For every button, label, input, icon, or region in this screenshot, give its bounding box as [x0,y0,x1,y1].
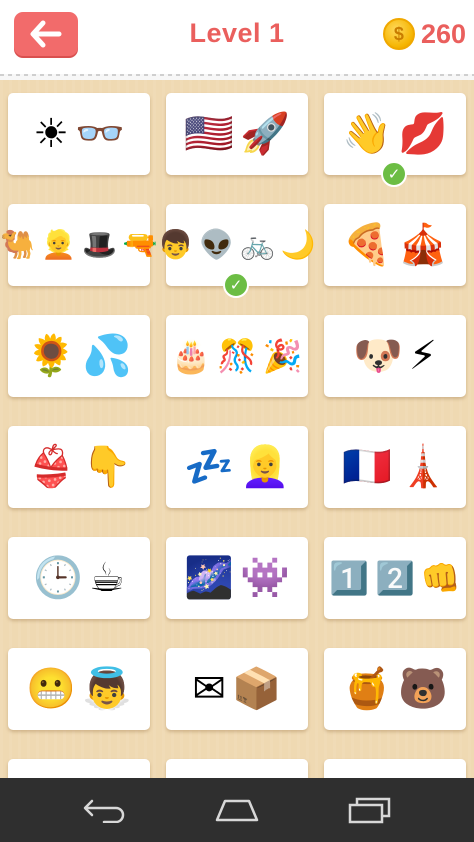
emoji-clue: 🔫 [122,228,158,261]
coin-icon: $ [382,18,415,50]
emoji-clue: 👙 [26,444,76,490]
solved-check-icon: ✓ [381,161,407,187]
top-bar: Level 1 $ 260 [0,0,474,74]
emoji-clue: 🎉 [262,337,303,375]
puzzle-card[interactable]: 🐫 👱 🎩 🔫 [0,204,158,286]
emoji-clue: ⚡ [408,333,437,379]
puzzle-card[interactable]: 🐶 ⚡ [324,315,466,397]
solved-check-icon: ✓ [223,272,249,298]
nav-back-button[interactable] [81,794,129,826]
puzzle-grid: ☀ 👓 🇺🇸 🚀 👋 💋 ✓ 🐫 👱 🎩 🔫 👦 👽 🚲 🌙 ✓ 🍕 🎪 🌻 💦 🎂 🎊 🎉 🐶 ⚡ 👙 👇 💤 👱‍♀ 🇫🇷 🗼 🕒 ☕ 🌌 👾 1… [0,80,474,778]
emoji-clue: 2️⃣ [375,559,415,597]
emoji-clue: 🕒 [33,555,83,601]
emoji-clue: 🎪 [398,222,448,268]
emoji-clue: 💤 [184,444,234,490]
puzzle-card[interactable]: 💤 👱‍♀ [166,426,308,508]
puzzle-card[interactable]: 👙 👇 [8,426,150,508]
puzzle-card[interactable]: 🇫🇷 🗼 [324,426,466,508]
nav-recents-button[interactable] [346,794,394,826]
emoji-clue: 🗼 [398,444,448,490]
emoji-clue: 🍕 [342,222,392,268]
puzzle-card[interactable] [8,759,150,778]
emoji-clue: 🚀 [240,111,290,157]
emoji-clue: 👱‍♀ [240,444,290,490]
emoji-clue: ☕ [88,555,125,601]
emoji-clue: 🐫 [0,228,36,261]
emoji-clue: 👇 [82,444,132,490]
emoji-clue: 👽 [199,228,234,261]
coin-balance: $ 260 [382,16,466,52]
emoji-clue: 💋 [398,111,448,157]
puzzle-card[interactable] [166,759,308,778]
puzzle-card[interactable]: 🎂 🎊 🎉 [166,315,308,397]
puzzle-card[interactable]: ✉ 📦 [166,648,308,730]
puzzle-card[interactable]: 🇺🇸 🚀 [166,93,308,175]
emoji-clue: 🌻 [26,333,76,379]
puzzle-card[interactable]: 🍯 🐻 [324,648,466,730]
nav-back-icon [83,799,125,823]
emoji-clue: ✉ [192,666,226,712]
puzzle-card[interactable]: 👋 💋 ✓ [324,93,466,187]
emoji-clue: 👱 [41,228,76,261]
nav-home-icon [215,799,259,822]
emoji-clue: 🌌 [184,555,234,601]
emoji-clue: 📦 [231,666,282,712]
coin-count: 260 [420,18,466,49]
nav-recents-icon [348,797,391,824]
puzzle-card[interactable]: 🌌 👾 [166,537,308,619]
nav-home-button[interactable] [213,794,261,826]
puzzle-card[interactable]: 😬 👼 [8,648,150,730]
emoji-clue: 👊 [420,559,461,597]
emoji-clue: 🎩 [82,228,117,261]
emoji-clue: 🌙 [280,228,316,261]
emoji-clue: 🇫🇷 [342,444,392,490]
emoji-clue: 💦 [82,333,132,379]
emoji-clue: 🚲 [240,228,275,261]
emoji-clue: 👦 [158,228,194,261]
emoji-clue: ☀ [33,111,70,157]
emoji-clue: 🍯 [342,666,392,712]
puzzle-card[interactable] [324,759,466,778]
system-nav-bar [0,778,474,842]
puzzle-card[interactable]: ☀ 👓 [8,93,150,175]
emoji-clue: 👋 [342,111,392,157]
emoji-clue: 🇺🇸 [184,111,234,157]
emoji-clue: 🐻 [398,666,448,712]
puzzle-card[interactable]: 🕒 ☕ [8,537,150,619]
puzzle-card[interactable]: 👦 👽 🚲 🌙 ✓ [158,204,316,298]
emoji-clue: 🎂 [171,337,212,375]
puzzle-card[interactable]: 🌻 💦 [8,315,150,397]
emoji-clue: 👾 [240,555,290,601]
emoji-clue: 😬 [26,666,76,712]
emoji-clue: 🎊 [217,337,257,375]
emoji-clue: 1️⃣ [329,559,370,597]
puzzle-card[interactable]: 🍕 🎪 [324,204,466,286]
emoji-clue: 🐶 [353,333,403,379]
emoji-clue: 👓 [75,111,125,157]
puzzle-card[interactable]: 1️⃣ 2️⃣ 👊 [324,537,466,619]
emoji-clue: 👼 [82,666,132,712]
